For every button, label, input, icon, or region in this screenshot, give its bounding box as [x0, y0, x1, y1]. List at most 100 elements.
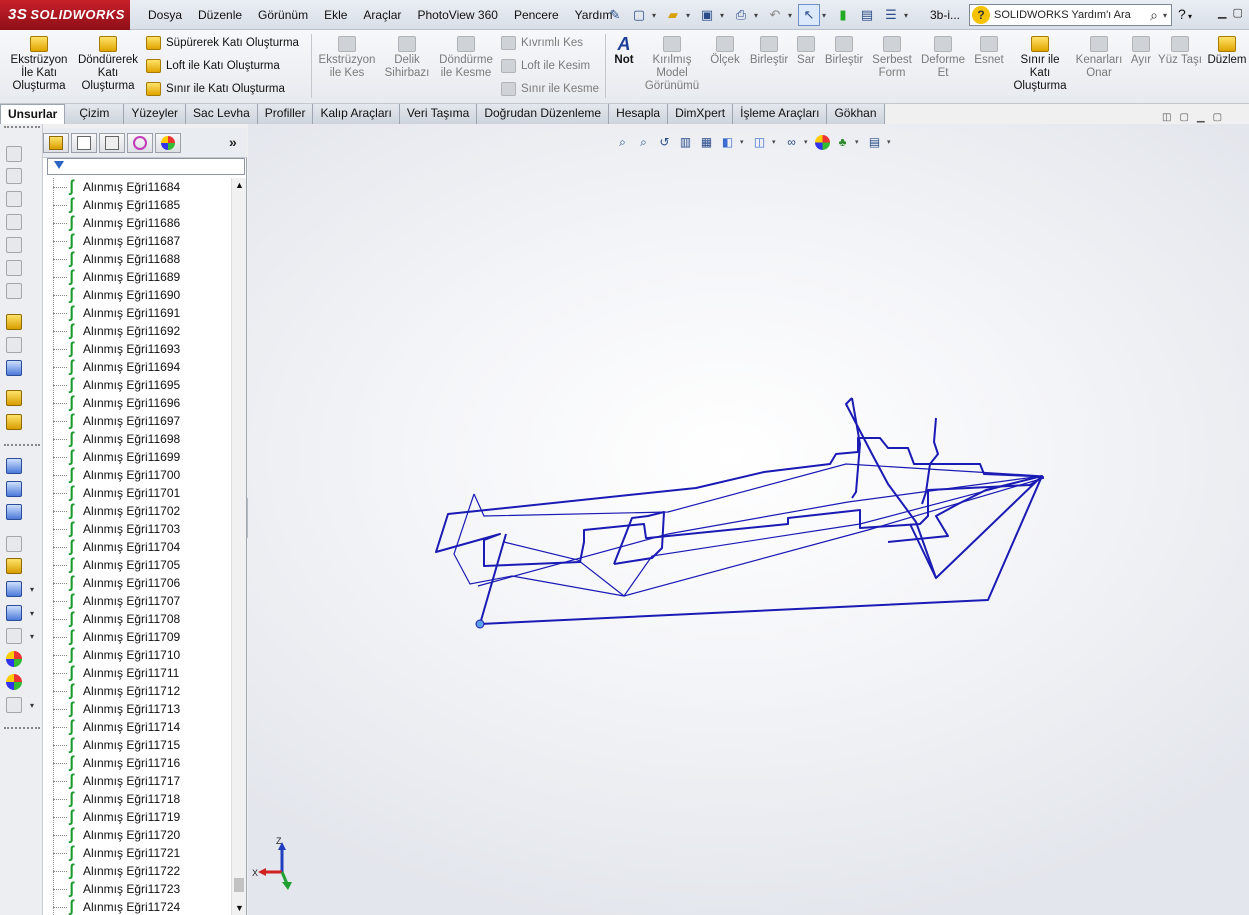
help-menu-icon[interactable]: ? ▾: [1178, 6, 1192, 22]
revolve-boss-button[interactable]: Döndürerek Katı Oluşturma: [74, 36, 142, 93]
viewport-restore-icon[interactable]: ▢: [1179, 112, 1188, 123]
tab-surfaces[interactable]: Yüzeyler: [124, 104, 187, 124]
tree-item[interactable]: ʃ Alınmış Eğri11684: [53, 178, 180, 196]
viewport-maximize-icon[interactable]: ▢: [1213, 112, 1222, 123]
toolbar-grip[interactable]: [4, 126, 40, 128]
split-view-icon[interactable]: ◫: [1162, 112, 1171, 123]
hide-show-dropdown-icon[interactable]: ▾: [30, 632, 34, 641]
hole-wizard-button[interactable]: Delik Sihirbazı: [381, 36, 433, 80]
tree-item[interactable]: ʃ Alınmış Eğri11718: [53, 790, 180, 808]
print-icon[interactable]: ⎙: [730, 4, 752, 26]
boss-feature-2-icon[interactable]: [6, 414, 22, 430]
tree-item[interactable]: ʃ Alınmış Eğri11690: [53, 286, 180, 304]
search-dropdown-icon[interactable]: ▾: [1163, 11, 1171, 20]
restore-icon[interactable]: ▢: [1232, 6, 1242, 19]
tree-item[interactable]: ʃ Alınmış Eğri11715: [53, 736, 180, 754]
tab-sheet-metal[interactable]: Sac Levha: [186, 104, 258, 124]
wireframe-model[interactable]: [248, 124, 1249, 915]
tree-item[interactable]: ʃ Alınmış Eğri11705: [53, 556, 180, 574]
boundary-cut-button[interactable]: Sınır ile Kesme: [501, 82, 599, 96]
tree-item[interactable]: ʃ Alınmış Eğri11706: [53, 574, 180, 592]
tab-weldments[interactable]: Profiller: [257, 104, 314, 124]
previous-view-icon[interactable]: [6, 504, 22, 520]
tree-item[interactable]: ʃ Alınmış Eğri11716: [53, 754, 180, 772]
section-view-icon[interactable]: [6, 536, 22, 552]
tab-evaluate[interactable]: Hesapla: [609, 104, 669, 124]
tree-item[interactable]: ʃ Alınmış Eğri11722: [53, 862, 180, 880]
zoom-area-icon[interactable]: [6, 481, 22, 497]
edit-sketch-icon[interactable]: [6, 314, 22, 330]
tree-item[interactable]: ʃ Alınmış Eğri11723: [53, 880, 180, 898]
box-tool-2-icon[interactable]: [6, 168, 22, 184]
feature-manager-tab[interactable]: [43, 133, 69, 153]
tree-item[interactable]: ʃ Alınmış Eğri11719: [53, 808, 180, 826]
tree-item[interactable]: ʃ Alınmış Eğri11724: [53, 898, 180, 915]
menu-insert[interactable]: Ekle: [316, 8, 355, 22]
tree-item[interactable]: ʃ Alınmış Eğri11696: [53, 394, 180, 412]
minimize-icon[interactable]: ▁: [1218, 6, 1226, 19]
view-settings-icon[interactable]: [6, 697, 22, 713]
tree-item[interactable]: ʃ Alınmış Eğri11694: [53, 358, 180, 376]
tree-item[interactable]: ʃ Alınmış Eğri11688: [53, 250, 180, 268]
tree-item[interactable]: ʃ Alınmış Eğri11720: [53, 826, 180, 844]
open-dropdown-icon[interactable]: ▾: [686, 11, 694, 20]
save-dropdown-icon[interactable]: ▾: [720, 11, 728, 20]
tree-item[interactable]: ʃ Alınmış Eğri11695: [53, 376, 180, 394]
box-tool-icon[interactable]: [6, 146, 22, 162]
rebuild-traffic-light-icon[interactable]: ▮: [832, 4, 854, 26]
menu-tools[interactable]: Araçlar: [355, 8, 409, 22]
tree-item[interactable]: ʃ Alınmış Eğri11711: [53, 664, 179, 682]
tab-data-migration[interactable]: Veri Taşıma: [399, 104, 478, 124]
split-button[interactable]: Ayır: [1127, 36, 1155, 67]
menu-photoview[interactable]: PhotoView 360: [409, 8, 506, 22]
revolve-cut-button[interactable]: Döndürme ile Kesme: [436, 36, 496, 80]
loft-boss-button[interactable]: Loft ile Katı Oluşturma: [146, 59, 280, 73]
tree-item[interactable]: ʃ Alınmış Eğri11721: [53, 844, 180, 862]
dynamic-annotation-icon[interactable]: [6, 558, 22, 574]
tree-item[interactable]: ʃ Alınmış Eğri11693: [53, 340, 180, 358]
tree-item[interactable]: ʃ Alınmış Eğri11686: [53, 214, 180, 232]
options-dropdown-icon[interactable]: ▾: [904, 11, 912, 20]
box-tool-6-icon[interactable]: [6, 260, 22, 276]
display-style-icon[interactable]: [6, 605, 22, 621]
box-tool-7-icon[interactable]: [6, 283, 22, 299]
toolbar-grip[interactable]: [4, 727, 40, 729]
tree-item[interactable]: ʃ Alınmış Eğri11700: [53, 466, 180, 484]
tree-item[interactable]: ʃ Alınmış Eğri11712: [53, 682, 180, 700]
freeform-button[interactable]: Serbest Form: [869, 36, 915, 80]
tree-item[interactable]: ʃ Alınmış Eğri11685: [53, 196, 180, 214]
tree-item[interactable]: ʃ Alınmış Eğri11699: [53, 448, 180, 466]
extrude-cut-button[interactable]: Ekstrüzyon ile Kes: [316, 36, 378, 80]
options-icon[interactable]: ☰: [880, 4, 902, 26]
dimxpert-manager-tab[interactable]: [127, 133, 153, 153]
swept-cut-button[interactable]: Kıvrımlı Kes: [501, 36, 583, 50]
configuration-manager-tab[interactable]: [99, 133, 125, 153]
select-dropdown-icon[interactable]: ▾: [822, 11, 830, 20]
tree-item[interactable]: ʃ Alınmış Eğri11704: [53, 538, 180, 556]
menu-file[interactable]: Dosya: [140, 8, 190, 22]
select-arrow-icon[interactable]: ↖: [798, 4, 820, 26]
tree-item[interactable]: ʃ Alınmış Eğri11687: [53, 232, 180, 250]
save-icon[interactable]: ▣: [696, 4, 718, 26]
tab-features[interactable]: Unsurlar: [0, 104, 66, 124]
undo-icon[interactable]: ↶: [764, 4, 786, 26]
tree-filter-input[interactable]: [47, 158, 245, 175]
tab-machining-tools[interactable]: İşleme Araçları: [733, 104, 828, 124]
tab-gokhan[interactable]: Gökhan: [827, 104, 885, 124]
tree-item[interactable]: ʃ Alınmış Eğri11702: [53, 502, 180, 520]
view-orientation-icon[interactable]: [6, 581, 22, 597]
file-properties-icon[interactable]: ▤: [856, 4, 878, 26]
magnifier-icon[interactable]: ⌕: [1145, 7, 1163, 24]
tree-item[interactable]: ʃ Alınmış Eğri11708: [53, 610, 180, 628]
menu-edit[interactable]: Düzenle: [190, 8, 250, 22]
combine-button[interactable]: Birleştir: [746, 36, 792, 67]
plane-button[interactable]: Düzlem: [1206, 36, 1248, 67]
menu-view[interactable]: Görünüm: [250, 8, 316, 22]
tree-item[interactable]: ʃ Alınmış Eğri11707: [53, 592, 180, 610]
move-face-button[interactable]: Yüz Taşı: [1157, 36, 1203, 67]
print-dropdown-icon[interactable]: ▾: [754, 11, 762, 20]
view-settings-dropdown-icon[interactable]: ▾: [30, 701, 34, 710]
tab-direct-editing[interactable]: Doğrudan Düzenleme: [477, 104, 610, 124]
new-dropdown-icon[interactable]: ▾: [652, 11, 660, 20]
extrude-boss-button[interactable]: Ekstrüzyon İle Katı Oluşturma: [6, 36, 72, 93]
